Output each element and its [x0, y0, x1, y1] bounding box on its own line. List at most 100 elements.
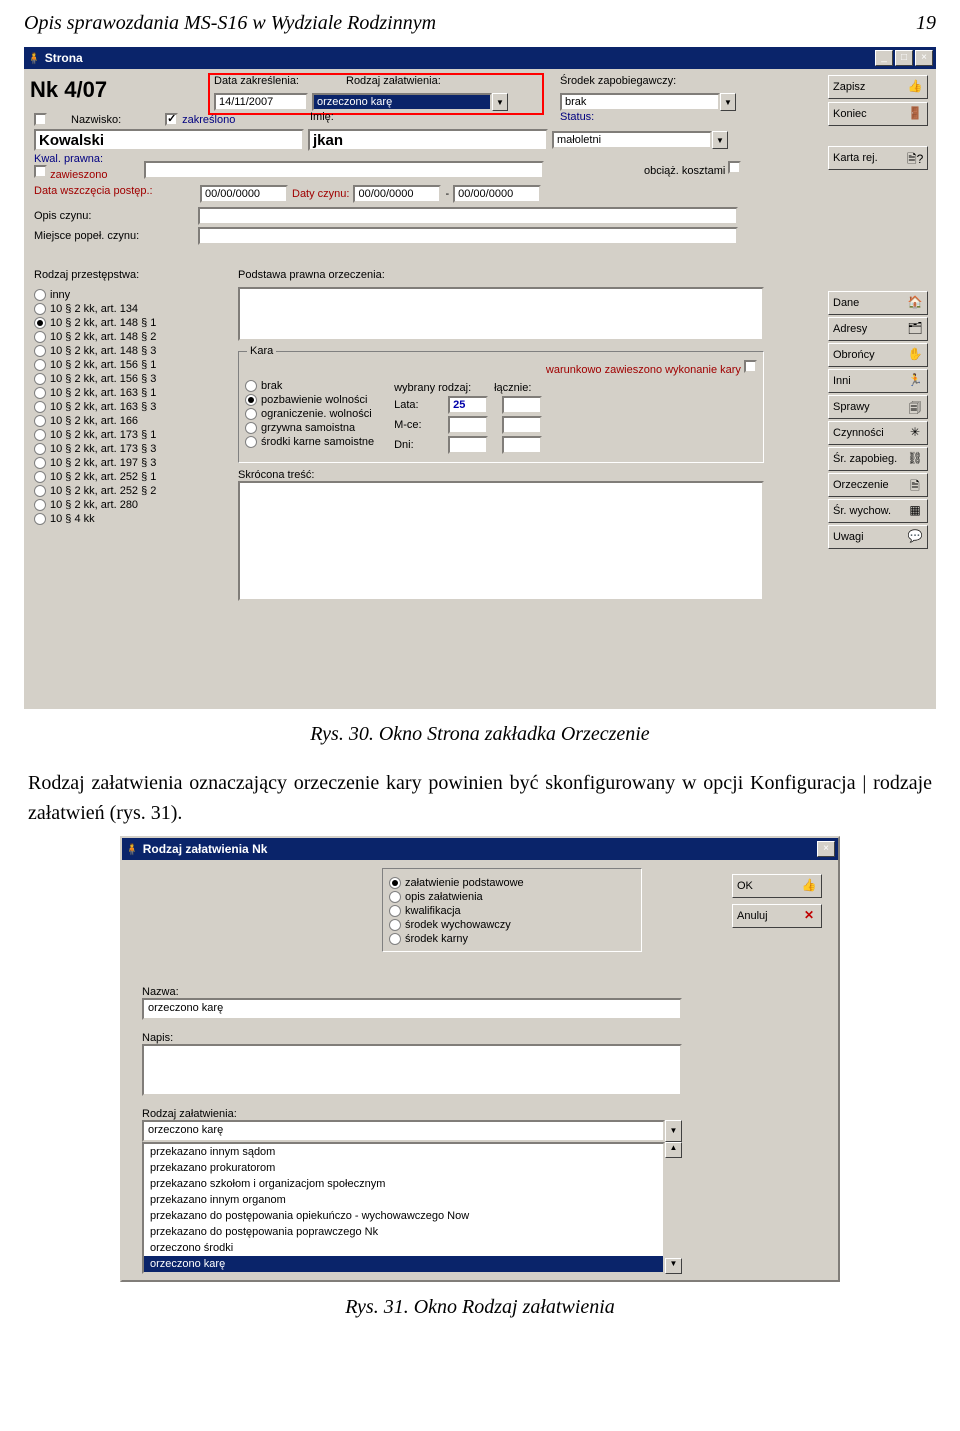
radio-kara[interactable]: środki karne samoistne — [245, 436, 374, 448]
radio-icon — [34, 513, 46, 525]
radio-przestepstwo[interactable]: 10 § 2 kk, art. 166 — [34, 415, 224, 427]
field-data-czynu-do[interactable]: 00/00/0000 — [453, 185, 541, 203]
radio-zalatwienie[interactable]: kwalifikacja — [389, 905, 635, 917]
titlebar-2[interactable]: 🧍 Rodzaj załatwienia Nk × — [122, 838, 838, 860]
close-button[interactable]: × — [915, 50, 933, 66]
checkbox-zakreslono[interactable] — [165, 113, 178, 126]
panel-button-adresy[interactable]: Adresy🗂 — [828, 317, 928, 341]
window-strona: 🧍 Strona _ □ × Zapisz👍 Koniec🚪 Karta rej.🗎… — [24, 47, 936, 709]
panel-button-czynno-ci[interactable]: Czynności✳ — [828, 421, 928, 445]
checkbox-zawieszono[interactable] — [34, 165, 47, 178]
panel-button-orzeczenie[interactable]: Orzeczenie🗎 — [828, 473, 928, 497]
radio-icon — [34, 373, 46, 385]
radio-przestepstwo[interactable]: 10 § 2 kk, art. 163 § 1 — [34, 387, 224, 399]
chevron-down-icon[interactable]: ▼ — [720, 93, 736, 111]
chevron-down-icon[interactable]: ▼ — [492, 93, 508, 111]
scroll-down-icon[interactable]: ▼ — [665, 1258, 682, 1274]
panel-button-uwagi[interactable]: Uwagi💬 — [828, 525, 928, 549]
panel-button-sprawy[interactable]: Sprawy🗐 — [828, 395, 928, 419]
radio-icon — [34, 359, 46, 371]
panel-button-karta-rej-[interactable]: Karta rej.🗎? — [828, 146, 928, 170]
radio-przestepstwo[interactable]: 10 § 2 kk, art. 252 § 2 — [34, 485, 224, 497]
list-item[interactable]: przekazano innym organom — [144, 1192, 663, 1208]
field-napis[interactable] — [142, 1044, 682, 1096]
checkbox-obciaz[interactable] — [728, 161, 741, 174]
radio-przestepstwo[interactable]: 10 § 2 kk, art. 148 § 3 — [34, 345, 224, 357]
titlebar[interactable]: 🧍 Strona _ □ × — [24, 47, 936, 69]
radio-przestepstwo[interactable]: 10 § 2 kk, art. 134 — [34, 303, 224, 315]
panel-button-inni[interactable]: Inni🏃 — [828, 369, 928, 393]
field-dni-lacznie[interactable] — [502, 436, 542, 454]
panel-button-dane[interactable]: Dane🏠 — [828, 291, 928, 315]
combo-rodzaj-value[interactable]: orzeczono karę — [142, 1120, 665, 1142]
list-item[interactable]: przekazano do postępowania opiekuńczo - … — [144, 1208, 663, 1224]
radio-zalatwienie[interactable]: środek wychowawczy — [389, 919, 635, 931]
list-item[interactable]: orzeczono środki — [144, 1240, 663, 1256]
checkbox-unknown[interactable] — [34, 113, 47, 126]
radio-icon — [34, 317, 46, 329]
field-lata-lacznie[interactable] — [502, 396, 542, 414]
radio-kara[interactable]: brak — [245, 380, 374, 392]
field-imie[interactable]: jkan — [308, 129, 548, 151]
panel-button-zapisz[interactable]: Zapisz👍 — [828, 75, 928, 99]
cancel-button[interactable]: Anuluj✕ — [732, 904, 822, 928]
radio-przestepstwo[interactable]: 10 § 2 kk, art. 173 § 1 — [34, 429, 224, 441]
radio-zalatwienie[interactable]: środek karny — [389, 933, 635, 945]
list-item[interactable]: przekazano innym sądom — [144, 1144, 663, 1160]
minimize-button[interactable]: _ — [875, 50, 893, 66]
list-item[interactable]: orzeczono karę — [144, 1256, 663, 1272]
field-data-zakreslenia[interactable]: 14/11/2007 — [214, 93, 308, 111]
list-item[interactable]: przekazano prokuratorom — [144, 1160, 663, 1176]
panel-button--r-wychow-[interactable]: Śr. wychow.▦ — [828, 499, 928, 523]
btn-icon: 🗂 — [907, 321, 923, 337]
radio-przestepstwo[interactable]: 10 § 2 kk, art. 280 — [34, 499, 224, 511]
combo-rodzaj-zalatwienia[interactable]: orzeczono karę ▼ — [312, 93, 508, 111]
field-lata[interactable]: 25 — [448, 396, 488, 414]
field-nazwisko[interactable]: Kowalski — [34, 129, 304, 151]
checkbox-warunkowo[interactable] — [744, 360, 757, 373]
radio-przestepstwo[interactable]: 10 § 2 kk, art. 148 § 2 — [34, 331, 224, 343]
combo-srodek-zapobieg[interactable]: brak ▼ — [560, 93, 736, 111]
maximize-button[interactable]: □ — [895, 50, 913, 66]
field-data-wszczecia[interactable]: 00/00/0000 — [200, 185, 288, 203]
radio-przestepstwo[interactable]: 10 § 4 kk — [34, 513, 224, 525]
panel-button-koniec[interactable]: Koniec🚪 — [828, 102, 928, 126]
radio-icon — [34, 345, 46, 357]
chevron-down-icon[interactable]: ▼ — [665, 1120, 682, 1142]
scrollbar[interactable]: ▲ ▼ — [665, 1142, 682, 1274]
radio-przestepstwo[interactable]: 10 § 2 kk, art. 148 § 1 — [34, 317, 224, 329]
field-mce[interactable] — [448, 416, 488, 434]
radio-zalatwienie[interactable]: załatwienie podstawowe — [389, 877, 635, 889]
radio-kara[interactable]: ograniczenie. wolności — [245, 408, 374, 420]
field-nazwa[interactable]: orzeczono karę — [142, 998, 682, 1020]
list-item[interactable]: przekazano szkołom i organizacjom społec… — [144, 1176, 663, 1192]
list-item[interactable]: przekazano do postępowania poprawczego N… — [144, 1224, 663, 1240]
chevron-down-icon[interactable]: ▼ — [712, 131, 728, 149]
field-mce-lacznie[interactable] — [502, 416, 542, 434]
radio-przestepstwo[interactable]: 10 § 2 kk, art. 163 § 3 — [34, 401, 224, 413]
radio-przestepstwo[interactable]: inny — [34, 289, 224, 301]
radio-przestepstwo[interactable]: 10 § 2 kk, art. 252 § 1 — [34, 471, 224, 483]
field-podstawa[interactable] — [238, 287, 764, 341]
ok-button[interactable]: OK👍 — [732, 874, 822, 898]
radio-zalatwienie[interactable]: opis załatwienia — [389, 891, 635, 903]
radio-przestepstwo[interactable]: 10 § 2 kk, art. 156 § 1 — [34, 359, 224, 371]
figure-caption-31: Rys. 31. Okno Rodzaj załatwienia — [0, 1296, 960, 1319]
field-kwal[interactable] — [144, 161, 544, 179]
listbox-rodzaj[interactable]: przekazano innym sądomprzekazano prokura… — [142, 1142, 665, 1274]
scroll-up-icon[interactable]: ▲ — [665, 1142, 682, 1158]
radio-kara[interactable]: grzywna samoistna — [245, 422, 374, 434]
radio-przestepstwo[interactable]: 10 § 2 kk, art. 197 § 3 — [34, 457, 224, 469]
radio-przestepstwo[interactable]: 10 § 2 kk, art. 173 § 3 — [34, 443, 224, 455]
radio-kara[interactable]: pozbawienie wolności — [245, 394, 374, 406]
radio-przestepstwo[interactable]: 10 § 2 kk, art. 156 § 3 — [34, 373, 224, 385]
field-dni[interactable] — [448, 436, 488, 454]
panel-button--r-zapobieg-[interactable]: Śr. zapobieg.⛓ — [828, 447, 928, 471]
combo-status[interactable]: małoletni ▼ — [552, 131, 728, 149]
close-button[interactable]: × — [817, 841, 835, 857]
field-skrocona[interactable] — [238, 481, 764, 601]
panel-button-obro-cy[interactable]: Obrońcy✋ — [828, 343, 928, 367]
field-miejsce[interactable] — [198, 227, 738, 245]
field-opis-czynu[interactable] — [198, 207, 738, 225]
field-data-czynu-od[interactable]: 00/00/0000 — [353, 185, 441, 203]
